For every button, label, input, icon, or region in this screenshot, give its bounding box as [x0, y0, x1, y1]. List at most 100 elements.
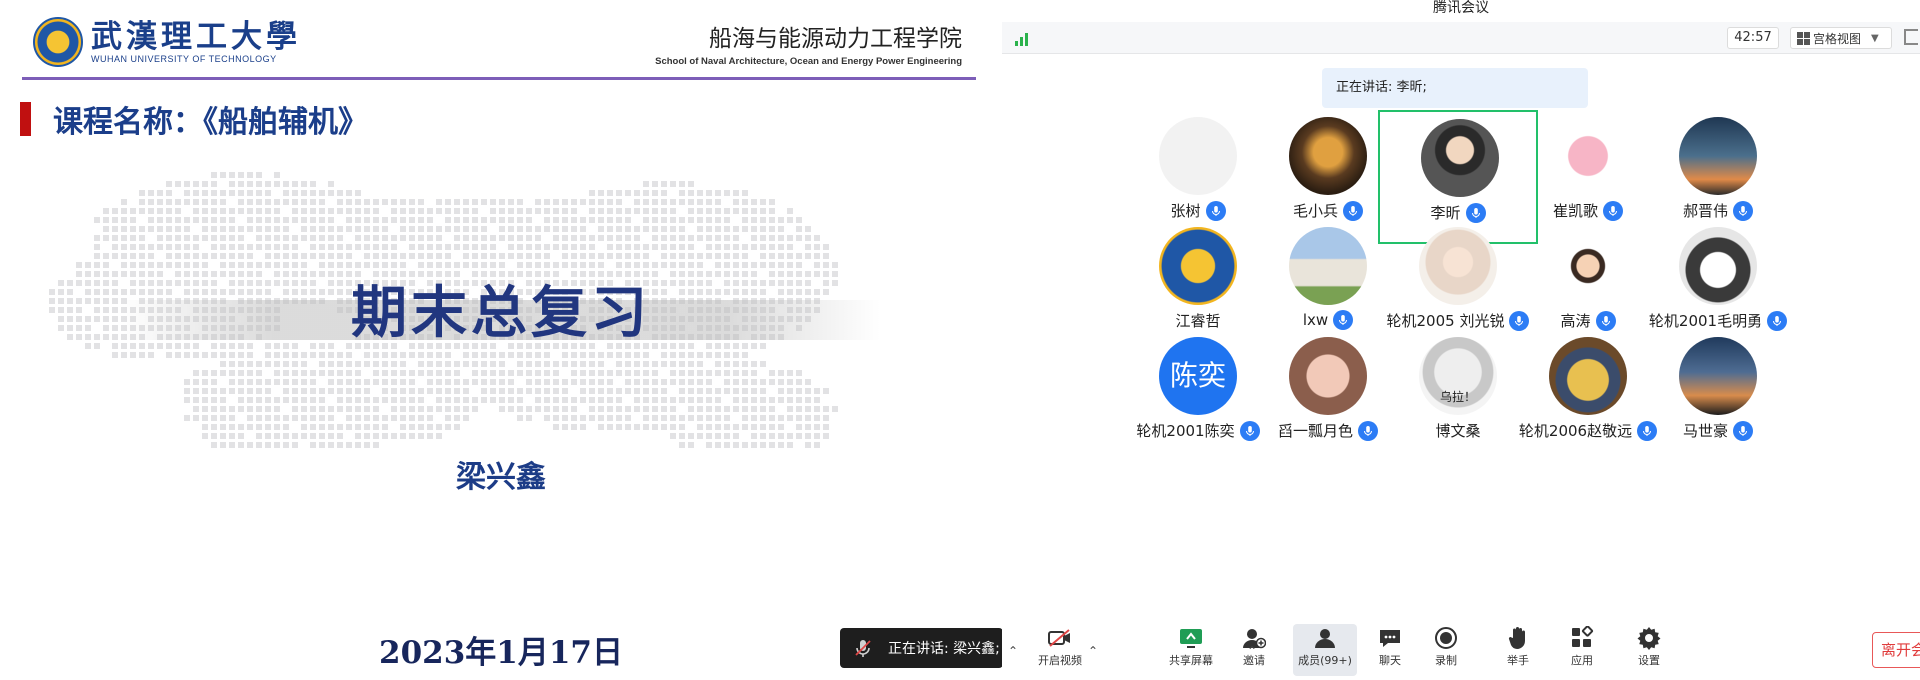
university-logo-avatar — [1159, 227, 1237, 305]
chevron-up-icon[interactable]: ⌃ — [1088, 644, 1098, 658]
grid-view-icon — [1797, 31, 1810, 45]
mic-icon — [1333, 310, 1354, 330]
mic-icon — [1358, 420, 1378, 441]
shared-slide: 武漢理工大學 WUHAN UNIVERSITY OF TECHNOLOGY 船海… — [0, 0, 1002, 680]
participant-name: 马世豪 — [1682, 422, 1728, 440]
participant-name: 高涛 — [1560, 312, 1591, 330]
toolbar-chat-button[interactable]: 聊天 — [1358, 624, 1422, 676]
person-photo-avatar — [1421, 119, 1499, 197]
participant-name: 博文桑 — [1435, 422, 1481, 440]
mic-icon — [1595, 310, 1616, 331]
meeting-toolbar: 开启视频 共享屏幕 邀请 成员(99+) 聊天 录制 举手 应用 设置 ⌃ ⌃ ⌃ — [1002, 614, 1920, 680]
toolbar-share-screen-button[interactable]: 共享屏幕 — [1159, 624, 1223, 676]
avatar-caption: 乌拉！ — [1439, 390, 1476, 404]
toolbar-label: 录制 — [1435, 654, 1457, 667]
course-marker — [20, 102, 31, 136]
raise-hand-icon — [1486, 624, 1550, 652]
school-header: 船海与能源动力工程学院 School of Naval Architecture… — [655, 22, 962, 67]
participant-name: 江睿哲 — [1175, 312, 1221, 330]
sunset-sky-avatar — [1679, 117, 1757, 195]
participant-name: 毛小兵 — [1292, 202, 1338, 220]
avatar-initials: 陈奕 — [1159, 337, 1237, 415]
apps-icon — [1550, 624, 1614, 652]
mic-icon — [1603, 200, 1623, 221]
record-icon — [1414, 624, 1478, 652]
chevron-up-icon[interactable]: ⌃ — [1008, 644, 1018, 658]
meeting-timer: 42:57 — [1727, 27, 1779, 49]
members-icon — [1293, 624, 1357, 652]
anime-girl-avatar — [1419, 227, 1497, 305]
participant-name: 轮机2006赵敬远 — [1518, 422, 1633, 440]
toolbar-label: 设置 — [1638, 654, 1660, 667]
toolbar-record-button[interactable]: 录制 — [1414, 624, 1478, 676]
school-name-en: School of Naval Architecture, Ocean and … — [655, 56, 962, 67]
toolbar-settings-button[interactable]: 设置 — [1617, 624, 1681, 676]
participant-name: 张树 — [1170, 202, 1201, 220]
sheep-avatar — [1289, 227, 1367, 305]
mic-muted-icon — [855, 640, 871, 657]
chevron-up-icon[interactable]: ⌃ — [1247, 644, 1257, 658]
pig-sunglasses-avatar — [1289, 337, 1367, 415]
toolbar-label: 共享屏幕 — [1169, 654, 1213, 667]
toolbar-label: 开启视频 — [1038, 654, 1082, 667]
share-screen-icon — [1159, 624, 1223, 652]
video-off-icon — [1028, 624, 1092, 652]
chibi-boy-avatar — [1549, 227, 1627, 305]
slide-title: 期末总复习 — [351, 281, 651, 346]
cyclist-sketch-avatar — [1159, 117, 1237, 195]
toolbar-label: 应用 — [1571, 654, 1593, 667]
meeting-top-bar: 42:57 宫格视图 ▼ — [1002, 22, 1920, 54]
participant-name-row: 郝晋伟 — [1638, 200, 1798, 221]
university-name-en: WUHAN UNIVERSITY OF TECHNOLOGY — [91, 54, 277, 64]
course-heading: 课程名称：《船舶辅机》 — [20, 97, 368, 141]
participant-name: 轮机2005 刘光锐 — [1386, 312, 1505, 330]
lecturer-name: 梁兴鑫 — [456, 460, 546, 495]
university-emblem-icon — [33, 17, 83, 67]
mic-icon — [1733, 200, 1753, 221]
participant-name: 舀一瓢月色 — [1277, 422, 1353, 440]
meeting-window: 腾讯会议 42:57 宫格视图 ▼ 正在讲话: 李昕; 张树 毛小兵 李昕 崔凯歌 郝晋… — [1002, 0, 1920, 680]
university-name-cn: 武漢理工大學 — [91, 19, 301, 55]
signal-strength-icon[interactable] — [1015, 32, 1033, 46]
ninja-cartoon-avatar — [1549, 337, 1627, 415]
meme-face-avatar: 乌拉！ — [1419, 337, 1497, 415]
participant-name: 轮机2001毛明勇 — [1648, 312, 1763, 330]
view-mode-label: 宫格视图 — [1813, 31, 1862, 46]
fullscreen-icon[interactable] — [1904, 29, 1918, 45]
pink-cartoon-avatar — [1549, 117, 1627, 195]
speaking-indicator: 正在讲话: 梁兴鑫; — [840, 628, 1002, 668]
mic-icon — [1205, 200, 1226, 221]
mic-icon — [1343, 200, 1363, 221]
settings-icon — [1617, 624, 1681, 652]
participant-name-row: 轮机2001毛明勇 — [1638, 310, 1798, 331]
participant-name-row: 马世豪 — [1638, 420, 1798, 441]
participant-name: 轮机2001陈奕 — [1136, 422, 1235, 440]
school-name-cn: 船海与能源动力工程学院 — [709, 26, 962, 52]
speaking-banner: 正在讲话: 李昕; — [1322, 68, 1588, 108]
toolbar-members-button[interactable]: 成员(99+) — [1293, 624, 1357, 676]
participant-name: 郝晋伟 — [1682, 202, 1728, 220]
participant-name: lxw — [1302, 311, 1329, 329]
chevron-down-icon: ▼ — [1871, 32, 1879, 44]
chat-icon — [1358, 624, 1422, 652]
dog-avatar — [1679, 227, 1757, 305]
university-logo: 武漢理工大學 WUHAN UNIVERSITY OF TECHNOLOGY — [33, 17, 301, 67]
toolbar-label: 聊天 — [1379, 654, 1401, 667]
mic-icon — [1733, 420, 1753, 441]
participant-tile[interactable]: 马世豪 — [1638, 330, 1798, 464]
toolbar-label: 成员(99+) — [1298, 654, 1352, 667]
header-divider — [22, 77, 976, 80]
toolbar-apps-button[interactable]: 应用 — [1550, 624, 1614, 676]
leave-meeting-button[interactable]: 离开会议 — [1872, 632, 1920, 668]
toolbar-label: 举手 — [1507, 654, 1529, 667]
course-name: 课程名称：《船舶辅机》 — [53, 105, 368, 140]
view-mode-button[interactable]: 宫格视图 ▼ — [1790, 27, 1892, 49]
mic-icon — [1767, 310, 1788, 331]
app-title: 腾讯会议 — [1433, 0, 1489, 16]
toolbar-video-off-button[interactable]: 开启视频 — [1028, 624, 1092, 676]
toolbar-raise-hand-button[interactable]: 举手 — [1486, 624, 1550, 676]
cartoon-figure-avatar — [1289, 117, 1367, 195]
speaking-indicator-text: 正在讲话: 梁兴鑫; — [888, 641, 1000, 657]
dusk-landscape-avatar — [1679, 337, 1757, 415]
participant-name: 崔凯歌 — [1552, 202, 1598, 220]
